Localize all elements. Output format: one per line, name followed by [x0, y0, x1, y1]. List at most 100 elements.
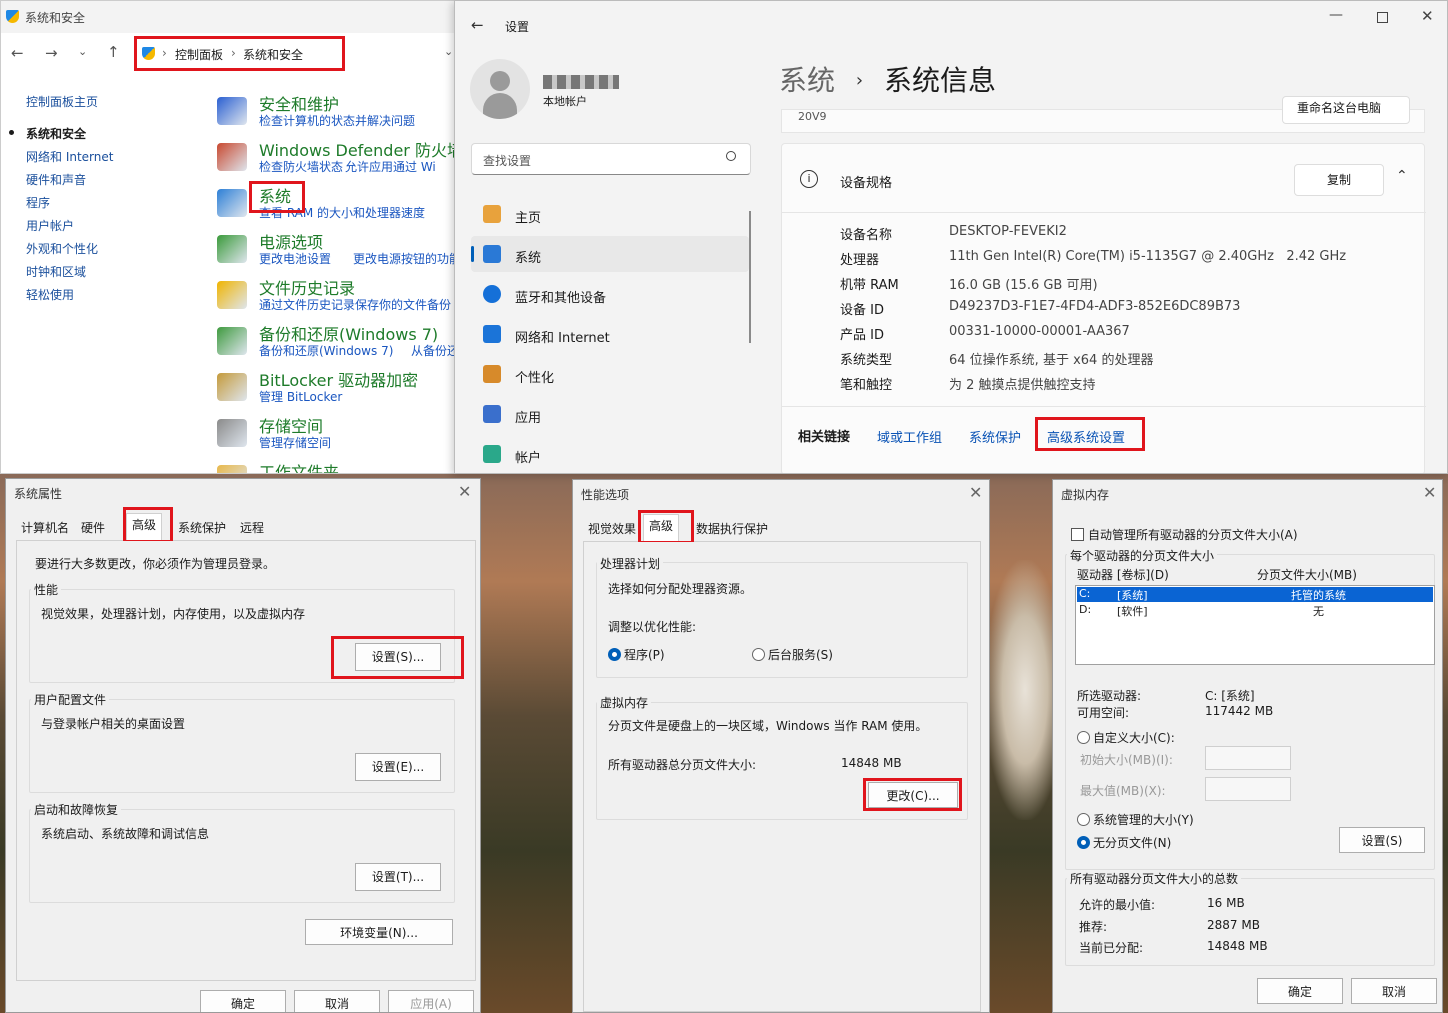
custom-size-radio[interactable]: 自定义大小(C):: [1077, 729, 1175, 746]
drive-row-c[interactable]: C: [系统] 托管的系统: [1077, 587, 1433, 602]
breadcrumb-item[interactable]: 控制面板: [175, 46, 223, 63]
tab-advanced[interactable]: 高级: [126, 513, 163, 541]
chevron-down-icon[interactable]: ⌄: [444, 45, 453, 58]
category-link[interactable]: 管理 BitLocker: [259, 388, 342, 405]
nav-item[interactable]: 外观和个性化: [26, 240, 98, 257]
spec-value: D49237D3-F1E7-4FD4-ADF3-852E6DC89B73: [949, 299, 1241, 314]
copy-button[interactable]: 复制: [1294, 164, 1384, 196]
nav-item[interactable]: 程序: [26, 194, 50, 211]
rename-card: 20V9 重命名这台电脑: [781, 96, 1425, 133]
tab-hardware[interactable]: 硬件: [76, 517, 110, 539]
category-link[interactable]: 更改电源按钮的功能: [353, 250, 459, 267]
tab-advanced[interactable]: 高级: [643, 514, 680, 542]
shield-icon: [6, 10, 19, 23]
system-icon: [483, 245, 501, 263]
close-icon[interactable]: ✕: [969, 483, 982, 502]
back-arrow-icon[interactable]: ←: [471, 16, 484, 34]
settings-nav-item[interactable]: 网络和 Internet: [471, 316, 749, 352]
current-allocated-value: 14848 MB: [1207, 939, 1268, 953]
close-icon[interactable]: ✕: [458, 482, 471, 501]
environment-variables-button[interactable]: 环境变量(N)...: [305, 919, 453, 945]
settings-nav-label: 网络和 Internet: [515, 331, 610, 346]
home-icon: [483, 205, 501, 223]
selection-indicator: [471, 246, 474, 262]
cancel-button[interactable]: 取消: [1351, 978, 1437, 1004]
close-icon[interactable]: ✕: [1421, 7, 1434, 25]
drive-list[interactable]: C: [系统] 托管的系统 D: [软件] 无: [1075, 585, 1435, 665]
tab-visual-effects[interactable]: 视觉效果: [583, 518, 641, 540]
programs-radio[interactable]: 程序(P): [608, 646, 665, 663]
minimum-value: 16 MB: [1207, 896, 1245, 910]
settings-nav-item[interactable]: 主页: [471, 196, 749, 232]
settings-nav-item[interactable]: 系统: [471, 236, 749, 272]
category-link[interactable]: 更改电池设置: [259, 250, 331, 267]
spec-key: 系统类型: [840, 353, 893, 368]
category-link[interactable]: 管理存储空间: [259, 434, 331, 451]
drive-row-d[interactable]: D: [软件] 无: [1077, 603, 1433, 618]
background-services-radio[interactable]: 后台服务(S): [752, 646, 833, 663]
startup-settings-button[interactable]: 设置(T)...: [355, 863, 441, 891]
maximize-icon[interactable]: [1377, 12, 1388, 23]
nav-item[interactable]: 时钟和区域: [26, 263, 86, 280]
change-button[interactable]: 更改(C)...: [868, 782, 958, 808]
spec-value: 16.0 GB (15.6 GB 可用): [949, 278, 1098, 293]
tab-dep[interactable]: 数据执行保护: [691, 518, 773, 540]
forward-arrow-icon[interactable]: →: [45, 44, 58, 62]
breadcrumb-separator-icon: ›: [162, 46, 167, 60]
settings-nav-item[interactable]: 蓝牙和其他设备: [471, 276, 749, 312]
domain-workgroup-link[interactable]: 域或工作组: [877, 427, 942, 446]
bluetooth-icon: [483, 285, 501, 303]
apply-button[interactable]: 应用(A): [388, 990, 474, 1012]
close-icon[interactable]: ✕: [1423, 483, 1436, 502]
advanced-system-settings-link[interactable]: 高级系统设置: [1047, 427, 1125, 446]
ok-button[interactable]: 确定: [1257, 978, 1343, 1004]
no-paging-file-radio[interactable]: 无分页文件(N): [1077, 834, 1171, 851]
tab-computer-name[interactable]: 计算机名: [16, 517, 74, 539]
settings-nav-item[interactable]: 个性化: [471, 356, 749, 392]
category-link[interactable]: 检查计算机的状态并解决问题: [259, 112, 415, 129]
profiles-settings-button[interactable]: 设置(E)...: [355, 753, 441, 781]
category-link[interactable]: 备份和还原(Windows 7): [259, 342, 393, 359]
back-arrow-icon[interactable]: ←: [11, 44, 24, 62]
minimize-icon[interactable]: —: [1329, 7, 1343, 23]
nav-item[interactable]: 轻松使用: [26, 286, 74, 303]
system-managed-radio[interactable]: 系统管理的大小(Y): [1077, 811, 1194, 828]
search-input[interactable]: 查找设置: [471, 143, 751, 175]
breadcrumb-parent[interactable]: 系统: [779, 64, 835, 97]
spec-value: 00331-10000-00001-AA367: [949, 324, 1130, 339]
tab-system-protection[interactable]: 系统保护: [173, 517, 231, 539]
settings-nav-item[interactable]: 帐户: [471, 436, 749, 472]
chevron-down-icon[interactable]: ⌄: [78, 45, 87, 58]
max-size-input[interactable]: [1205, 777, 1291, 801]
breadcrumb[interactable]: › 控制面板 › 系统和安全: [135, 40, 441, 68]
nav-item[interactable]: 硬件和声音: [26, 171, 86, 188]
category-link[interactable]: 检查防火墙状态: [259, 158, 343, 175]
folder-icon: [217, 465, 247, 473]
breadcrumb-item[interactable]: 系统和安全: [243, 46, 303, 63]
settings-nav-item[interactable]: 应用: [471, 396, 749, 432]
window-title: 设置: [505, 20, 530, 34]
nav-item[interactable]: 控制面板主页: [26, 93, 98, 110]
nav-item[interactable]: 系统和安全: [26, 125, 86, 142]
nav-item[interactable]: 用户帐户: [26, 217, 74, 234]
set-button[interactable]: 设置(S): [1339, 827, 1425, 853]
category-link[interactable]: 允许应用通过 Wi: [345, 158, 436, 175]
initial-size-input[interactable]: [1205, 746, 1291, 770]
breadcrumb-separator-icon: ›: [855, 70, 864, 91]
performance-settings-button[interactable]: 设置(S)...: [355, 643, 441, 671]
chevron-up-icon[interactable]: ⌃: [1396, 168, 1408, 184]
category-title[interactable]: 工作文件夹: [259, 459, 339, 473]
tab-remote[interactable]: 远程: [235, 517, 269, 539]
rename-pc-button[interactable]: 重命名这台电脑: [1282, 96, 1410, 124]
nav-item[interactable]: 网络和 Internet: [26, 148, 113, 165]
auto-manage-checkbox[interactable]: 自动管理所有驱动器的分页文件大小(A): [1071, 526, 1298, 543]
category-link[interactable]: 查看 RAM 的大小和处理器速度: [259, 204, 425, 221]
category-link[interactable]: 通过文件历史记录保存你的文件备份: [259, 296, 451, 313]
system-protection-link[interactable]: 系统保护: [969, 427, 1021, 446]
ok-button[interactable]: 确定: [200, 990, 286, 1012]
category-link[interactable]: 从备份还: [411, 342, 459, 359]
scrollbar[interactable]: [749, 211, 751, 343]
shield-icon: [142, 47, 155, 60]
up-arrow-icon[interactable]: ↑: [107, 43, 120, 61]
cancel-button[interactable]: 取消: [294, 990, 380, 1012]
